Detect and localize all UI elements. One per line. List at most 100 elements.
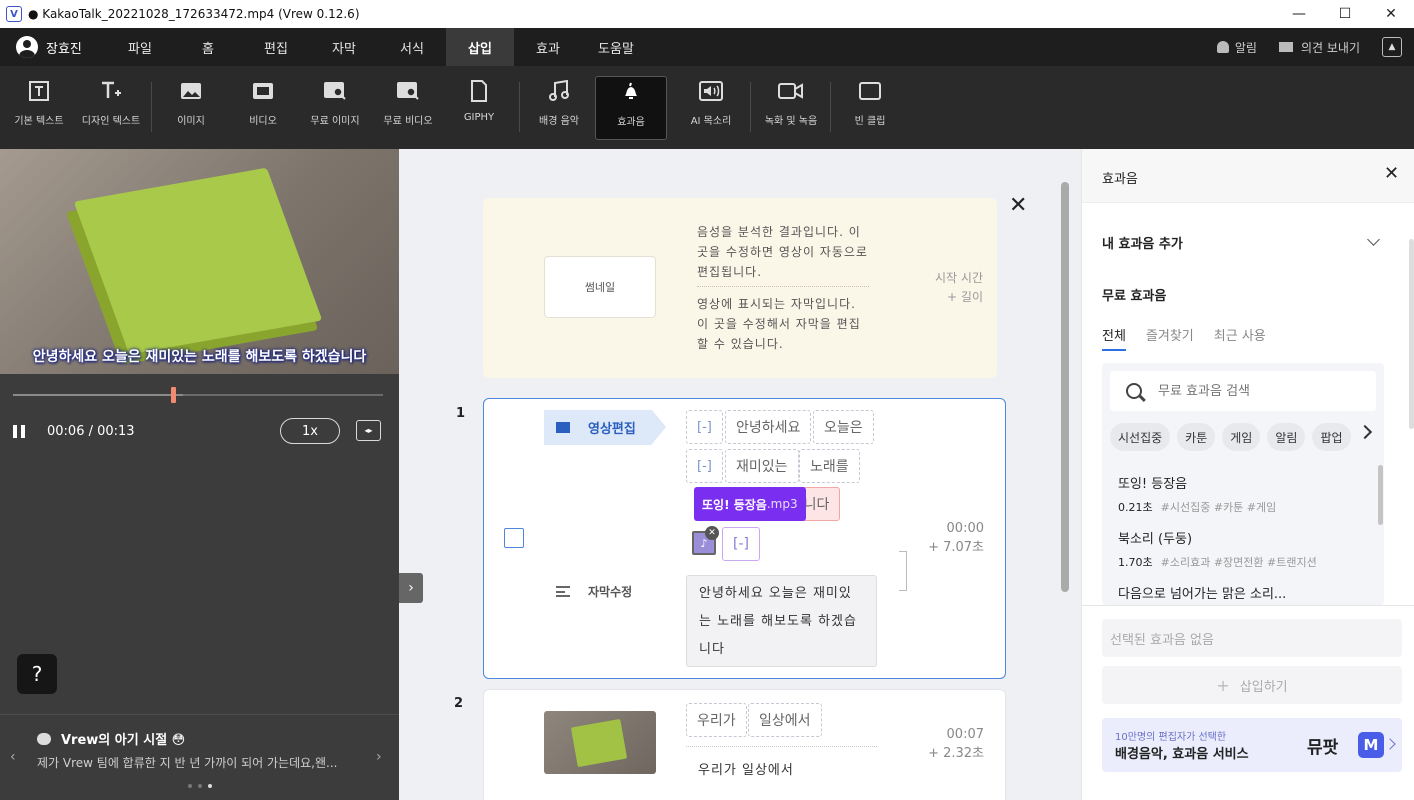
- clip-thumbnail[interactable]: [544, 711, 656, 774]
- banner-subtitle: 10만명의 편집자가 선택한: [1115, 732, 1227, 743]
- mail-icon: [1278, 42, 1293, 52]
- menu-tab-edit[interactable]: 편집: [242, 28, 310, 66]
- category-chip[interactable]: 팝업: [1312, 423, 1351, 451]
- close-window-button[interactable]: ✕: [1368, 0, 1414, 28]
- pause-icon[interactable]: [13, 424, 25, 438]
- clip-card[interactable]: 우리가 일상에서 우리가 일상에서 00:07 + 2.32초: [483, 689, 1006, 800]
- tool-basic-text[interactable]: 기본 텍스트: [10, 76, 68, 140]
- tool-blank-clip[interactable]: 빈 클립: [847, 76, 893, 140]
- panel-scrollbar[interactable]: [1409, 239, 1414, 429]
- word-chip[interactable]: 노래를: [799, 449, 860, 483]
- remove-sfx-icon[interactable]: ✕: [705, 526, 719, 540]
- mupot-banner[interactable]: 10만명의 편집자가 선택한 배경음악, 효과음 서비스 뮤팟 M: [1102, 718, 1402, 772]
- tool-sound-effect[interactable]: 효과음: [595, 76, 667, 140]
- my-sfx-section[interactable]: 내 효과음 추가: [1102, 233, 1183, 252]
- category-chip[interactable]: 알림: [1267, 423, 1306, 451]
- expand-panel-icon[interactable]: ›: [399, 573, 423, 603]
- search-icon: [1126, 383, 1142, 399]
- video-edit-tag: 영상편집: [544, 410, 666, 445]
- collapse-ribbon-icon[interactable]: ▲: [1382, 37, 1402, 57]
- word-blank[interactable]: [-]: [722, 527, 760, 561]
- tool-background-music[interactable]: 배경 음악: [534, 76, 584, 140]
- panel-divider: [1082, 605, 1414, 606]
- menu-tab-subtitle[interactable]: 자막: [310, 28, 378, 66]
- help-button[interactable]: ?: [17, 654, 57, 694]
- seek-handle[interactable]: [171, 387, 176, 403]
- subtitle-text[interactable]: 우리가 일상에서: [698, 759, 794, 778]
- clip-length: + 7.07초: [928, 540, 984, 555]
- tool-design-text[interactable]: 디자인 텍스트: [80, 76, 142, 140]
- tool-label: 효과음: [617, 117, 645, 128]
- tip-dot[interactable]: [188, 784, 192, 788]
- sfx-list-item[interactable]: 북소리 (두둥) 1.70초 #소리효과 #장면전환 #트랜지션: [1118, 528, 1317, 570]
- word-blank[interactable]: [-]: [686, 410, 723, 444]
- insert-toolbar: 기본 텍스트 디자인 텍스트 이미지 비디오 무료 이미지 무료 비디오 GIP…: [0, 66, 1414, 149]
- word-chip[interactable]: 일상에서: [748, 703, 822, 737]
- sound-effect-chip[interactable]: 또잉! 등장음 .mp3: [694, 487, 806, 521]
- tab-recent[interactable]: 최근 사용: [1214, 325, 1266, 351]
- close-panel-icon[interactable]: ✕: [1384, 163, 1399, 184]
- word-chip[interactable]: 안녕하세요: [725, 410, 812, 444]
- sfx-duration: 1.70초: [1118, 556, 1153, 569]
- insert-label: 삽입하기: [1239, 679, 1288, 695]
- tool-label: 무료 비디오: [383, 116, 433, 127]
- category-chip[interactable]: 카툰: [1177, 423, 1216, 451]
- sticky-note-image: [570, 718, 628, 768]
- tip-dot[interactable]: [198, 784, 202, 788]
- fit-screen-icon[interactable]: ◂▸: [356, 420, 381, 441]
- playback-speed-button[interactable]: 1x: [280, 418, 340, 444]
- sfx-list-scrollbar[interactable]: [1378, 465, 1383, 525]
- clip-card[interactable]: 영상편집 [-] 안녕하세요 오늘은 [-] 재미있는 노래를 하겠습니다 또잉…: [483, 398, 1006, 679]
- word-chip[interactable]: 오늘은: [813, 410, 874, 444]
- tip-dot-active[interactable]: [208, 784, 212, 788]
- video-preview[interactable]: 안녕하세요 오늘은 재미있는 노래를 해보도록 하겠습니다: [0, 149, 399, 374]
- minimize-button[interactable]: —: [1276, 0, 1322, 28]
- menu-bar: 장효진 파일 홈 편집 자막 서식 삽입 효과 도움말 알림 의견 보내기 ▲: [0, 28, 1414, 66]
- tip-banner[interactable]: Vrew의 아기 시절 😳 제가 Vrew 팀에 합류한 지 반 년 가까이 되…: [0, 714, 399, 800]
- word-chip[interactable]: 우리가: [686, 703, 747, 737]
- alarm-button[interactable]: 알림: [1216, 39, 1257, 56]
- feedback-button[interactable]: 의견 보내기: [1278, 39, 1360, 56]
- chevron-down-icon[interactable]: [1367, 233, 1380, 246]
- sfx-search-input[interactable]: [1158, 383, 1358, 399]
- tool-giphy[interactable]: GIPHY: [456, 76, 502, 140]
- tool-image[interactable]: 이미지: [163, 76, 219, 140]
- sfx-item-name: 다음으로 넘어가는 맑은 소리...: [1118, 587, 1287, 602]
- tool-label: GIPHY: [463, 112, 495, 123]
- seek-bar[interactable]: [13, 394, 383, 396]
- maximize-button[interactable]: ☐: [1322, 0, 1368, 28]
- menu-tab-home[interactable]: 홈: [174, 28, 242, 66]
- bell-icon: [620, 77, 642, 107]
- chevron-right-icon[interactable]: [1357, 424, 1373, 440]
- word-chip[interactable]: 재미있는: [725, 449, 799, 483]
- tool-free-video[interactable]: 무료 비디오: [378, 76, 438, 140]
- sfx-list-item[interactable]: 또잉! 등장음 0.21초 #시선집중 #카툰 #게임: [1118, 473, 1276, 515]
- menu-tab-insert[interactable]: 삽입: [446, 28, 514, 66]
- tip-next-icon[interactable]: ›: [376, 749, 382, 765]
- clip-checkbox[interactable]: [504, 528, 524, 548]
- tool-ai-voice[interactable]: AI 목소리: [684, 76, 738, 140]
- menu-tab-format[interactable]: 서식: [378, 28, 446, 66]
- close-guide-icon[interactable]: ✕: [1009, 193, 1027, 218]
- menu-tab-effects[interactable]: 효과: [514, 28, 582, 66]
- subtitle-lines-icon: [556, 586, 570, 597]
- guide-start-label: 시작 시간: [935, 271, 983, 285]
- tool-video[interactable]: 비디오: [235, 76, 291, 140]
- word-blank[interactable]: [-]: [686, 449, 723, 483]
- tool-label: 빈 클립: [854, 116, 886, 127]
- tool-record[interactable]: 녹화 및 녹음: [763, 76, 819, 140]
- category-chip[interactable]: 게임: [1222, 423, 1261, 451]
- tab-all[interactable]: 전체: [1102, 325, 1126, 351]
- menu-tab-help[interactable]: 도움말: [582, 28, 650, 66]
- user-profile[interactable]: 장효진: [16, 36, 106, 58]
- category-chip[interactable]: 시선집중: [1110, 423, 1171, 451]
- editor-scrollbar[interactable]: [1061, 182, 1069, 592]
- tab-favorites[interactable]: 즐겨찾기: [1146, 325, 1194, 351]
- insert-button[interactable]: + 삽입하기: [1102, 666, 1402, 704]
- sfx-list-item[interactable]: 다음으로 넘어가는 맑은 소리...: [1118, 583, 1286, 602]
- menu-tab-file[interactable]: 파일: [106, 28, 174, 66]
- tip-pagination: [188, 784, 212, 788]
- tool-free-image[interactable]: 무료 이미지: [305, 76, 365, 140]
- subtitle-text-box[interactable]: 안녕하세요 오늘은 재미있는 노래를 해보도록 하겠습니다: [686, 575, 877, 667]
- tip-prev-icon[interactable]: ‹: [10, 749, 16, 765]
